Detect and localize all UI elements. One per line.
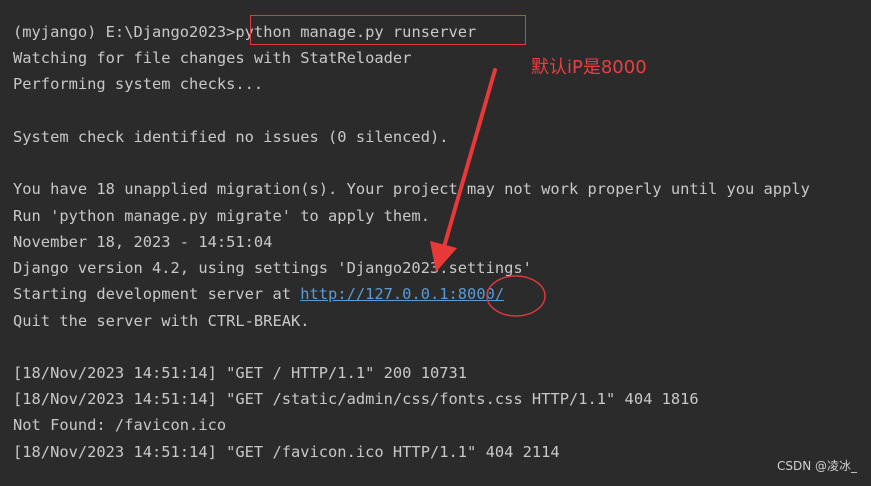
terminal-window[interactable]: (myjango) E:\Django2023>python manage.py… [0, 0, 871, 486]
annotation-arrow-shaft [442, 68, 497, 249]
port-highlight-circle [486, 275, 546, 317]
csdn-watermark: CSDN @凌冰_ [776, 459, 857, 473]
annotation-arrow-head [430, 241, 457, 272]
annotation-overlay [430, 68, 546, 317]
